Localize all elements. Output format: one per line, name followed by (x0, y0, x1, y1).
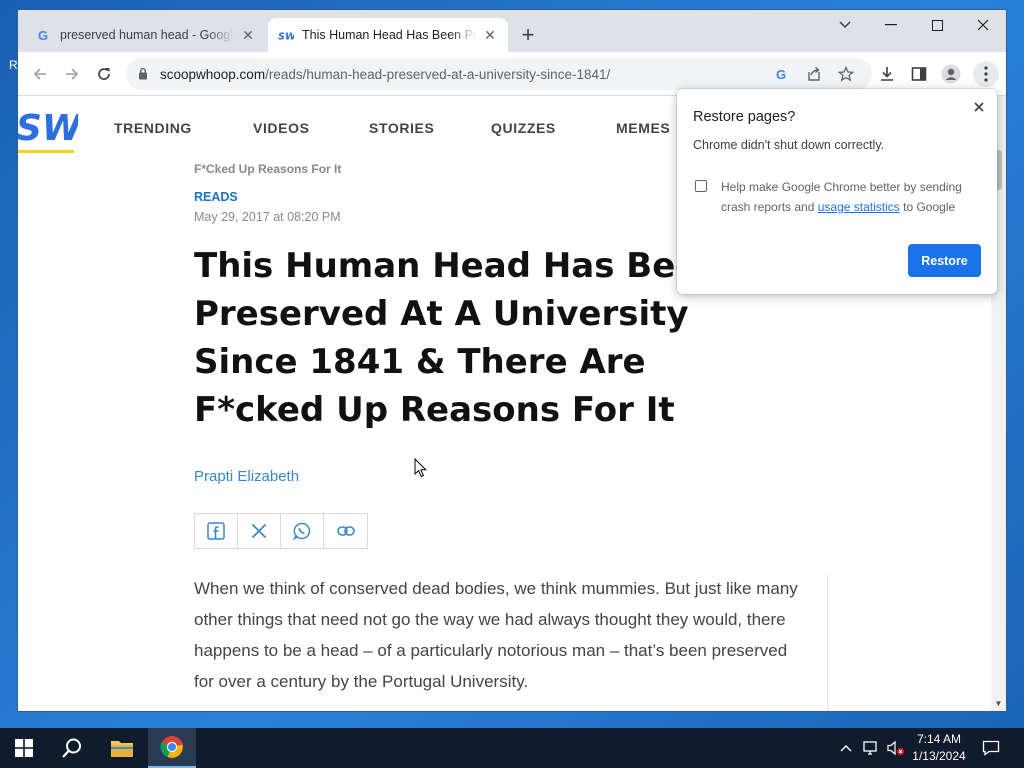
network-icon[interactable] (861, 738, 881, 758)
tab-title: This Human Head Has Been Preserved (302, 28, 476, 42)
url-text: scoopwhoop.com/reads/human-head-preserve… (160, 67, 610, 82)
chevron-up-icon[interactable] (836, 738, 856, 758)
nav-quizzes[interactable]: QUIZZES (491, 120, 556, 136)
file-explorer-button[interactable] (98, 728, 146, 768)
author-link[interactable]: Prapti Elizabeth (194, 468, 299, 485)
arrow-left-icon (33, 68, 46, 80)
restore-pages-dialog: Restore pages? Chrome didn't shut down c… (677, 89, 997, 294)
mouse-cursor-icon (414, 458, 428, 478)
close-tab-icon[interactable]: ✕ (482, 27, 498, 43)
desktop-edge-text: R (9, 58, 18, 72)
scoopwhoop-logo[interactable]: SW (18, 106, 84, 154)
search-icon (62, 738, 81, 758)
chrome-icon (160, 736, 183, 758)
address-bar[interactable]: scoopwhoop.com/reads/human-head-preserve… (126, 58, 872, 90)
copy-link-button[interactable] (324, 514, 367, 548)
scoopwhoop-sw-icon: SW (278, 27, 294, 43)
svg-text:SW: SW (278, 31, 294, 42)
nav-videos[interactable]: VIDEOS (253, 120, 310, 136)
volume-muted-icon[interactable] (886, 738, 906, 758)
share-facebook-button[interactable] (195, 514, 238, 548)
article-body: When we think of conserved dead bodies, … (194, 573, 804, 711)
dialog-message: Chrome didn't shut down correctly. (693, 138, 885, 152)
publish-date: May 29, 2017 at 08:20 PM (194, 210, 341, 224)
windows-taskbar: 7:14 AM 1/13/2024 (0, 728, 1024, 768)
close-tab-icon[interactable]: ✕ (240, 27, 256, 43)
arrow-right-icon (66, 68, 79, 80)
more-menu-icon[interactable] (973, 61, 999, 87)
crash-report-checkbox[interactable] (695, 180, 707, 192)
folder-icon (111, 741, 133, 757)
share-x-button[interactable] (238, 514, 281, 548)
clock-date: 1/13/2024 (912, 749, 966, 763)
dialog-title: Restore pages? (693, 109, 796, 125)
link-icon (336, 526, 355, 536)
share-bar (194, 513, 368, 549)
restore-button[interactable]: Restore (908, 244, 981, 277)
tab-title: preserved human head - Google (60, 28, 234, 42)
forward-button[interactable] (58, 60, 86, 88)
share-whatsapp-button[interactable] (281, 514, 324, 548)
download-icon[interactable] (876, 63, 898, 85)
url-domain: scoopwhoop.com (160, 67, 266, 82)
tab-google-search[interactable]: G preserved human head - Google ✕ (26, 18, 266, 52)
side-panel-icon[interactable] (908, 63, 930, 85)
scroll-down-arrow[interactable]: ▼ (993, 699, 1004, 709)
clock-time: 7:14 AM (916, 732, 962, 746)
logo-text: SW (18, 108, 78, 149)
facebook-icon (207, 522, 225, 540)
whatsapp-icon (293, 522, 311, 540)
reload-icon (98, 68, 110, 80)
tab-scoopwhoop[interactable]: SW This Human Head Has Been Preserved ✕ (268, 18, 508, 52)
profile-avatar-icon[interactable] (940, 63, 962, 85)
category-link[interactable]: READS (194, 190, 238, 204)
usage-statistics-link[interactable]: usage statistics (818, 200, 900, 214)
article-paragraph: When we think of conserved dead bodies, … (194, 579, 798, 691)
nav-trending[interactable]: TRENDING (114, 120, 192, 136)
article-headline: This Human Head Has Been Preserved At A … (194, 246, 723, 430)
minimize-button[interactable] (868, 10, 914, 40)
maximize-button[interactable] (914, 10, 960, 40)
share-icon[interactable] (804, 64, 824, 84)
checkbox-text-end: to Google (903, 200, 956, 214)
search-button[interactable] (48, 728, 96, 768)
close-dialog-button[interactable] (969, 97, 989, 117)
new-tab-button[interactable]: + (516, 24, 540, 48)
x-icon (251, 523, 267, 539)
chrome-taskbar-button[interactable] (148, 728, 196, 768)
notification-icon[interactable] (981, 738, 1001, 758)
nav-stories[interactable]: STORIES (369, 120, 434, 136)
google-lens-icon[interactable]: G (772, 64, 792, 84)
content-divider (827, 574, 828, 711)
close-icon (974, 102, 984, 112)
close-window-button[interactable] (960, 10, 1006, 40)
google-g-icon: G (36, 27, 52, 43)
url-path: /reads/human-head-preserved-at-a-univers… (265, 67, 611, 82)
lock-icon[interactable] (138, 67, 148, 85)
nav-memes[interactable]: MEMES (616, 120, 670, 136)
svg-text:G: G (776, 67, 786, 81)
windows-logo-icon (15, 739, 33, 757)
system-clock[interactable]: 7:14 AM 1/13/2024 (904, 731, 974, 765)
tab-strip: G preserved human head - Google ✕ SW Thi… (18, 10, 1006, 52)
svg-text:G: G (38, 28, 48, 42)
sticky-title-fragment: F*Cked Up Reasons For It (194, 162, 342, 176)
article-paragraph-next: It’s the head of Diogo Alves, a serial k… (194, 703, 804, 711)
reload-button[interactable] (90, 60, 118, 88)
tab-search-button[interactable] (822, 10, 868, 40)
crash-report-label: Help make Google Chrome better by sendin… (721, 177, 983, 217)
bookmark-star-icon[interactable] (836, 64, 856, 84)
start-button[interactable] (0, 728, 48, 768)
back-button[interactable] (26, 60, 54, 88)
chevron-down-icon (839, 21, 851, 29)
